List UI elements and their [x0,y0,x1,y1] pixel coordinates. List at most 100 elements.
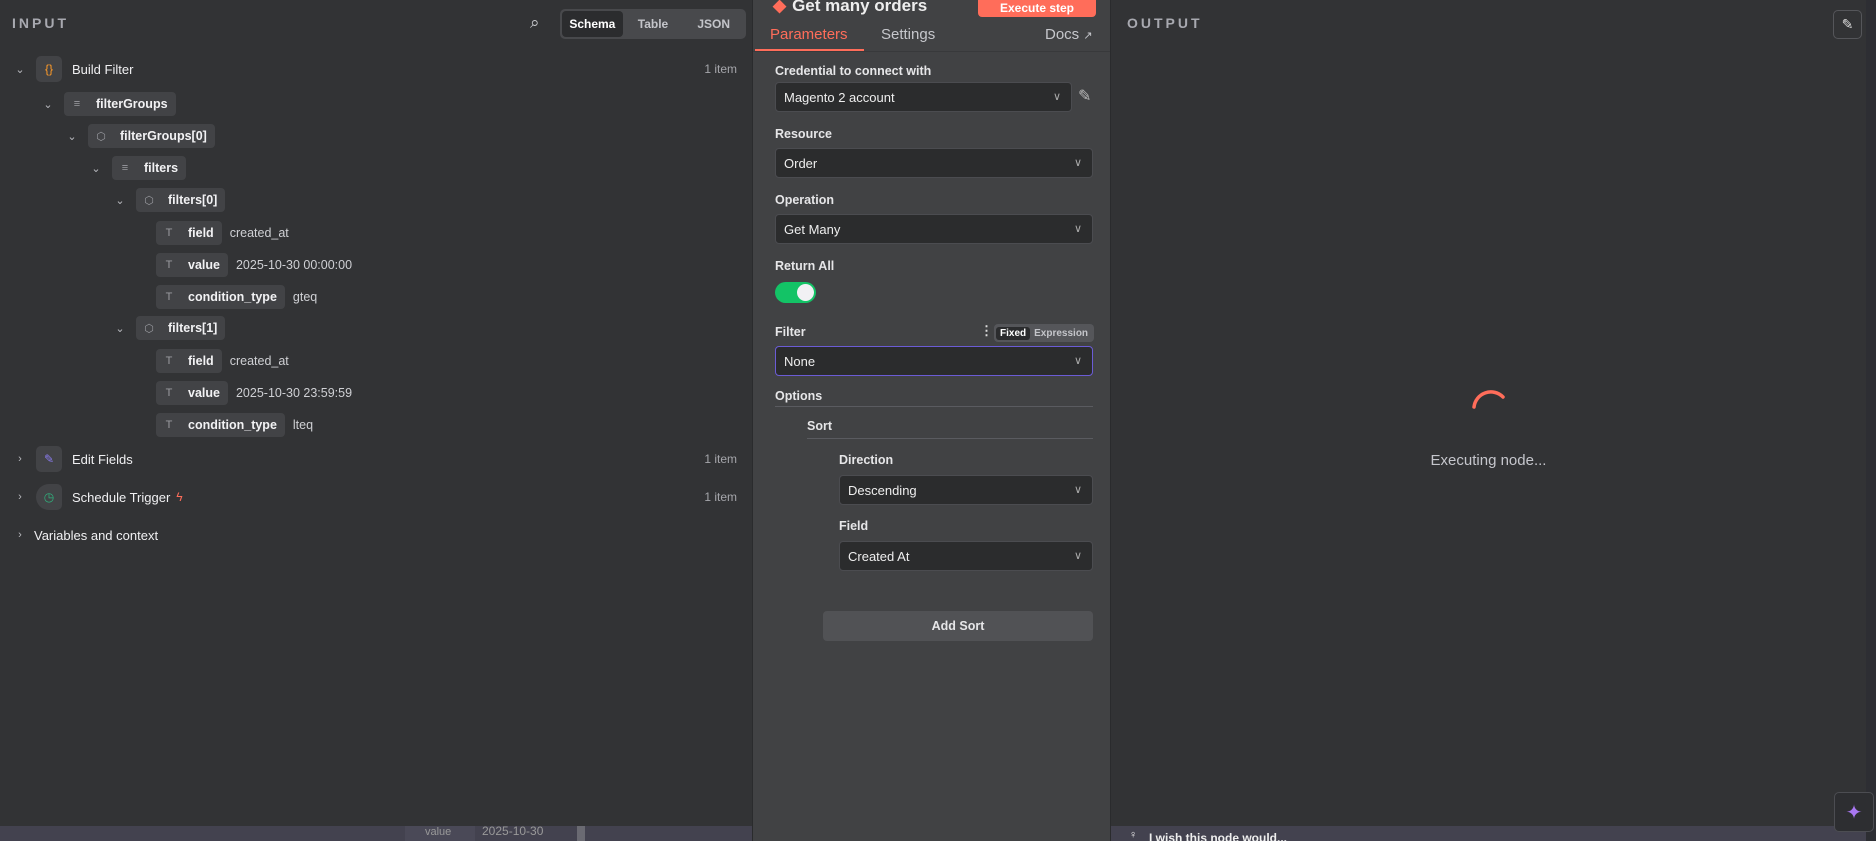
chevron-down-icon: ∨ [1073,223,1082,235]
tree-item-filters[interactable]: ⌄ ≡ filters [90,156,187,180]
text-type-icon: T [165,259,173,271]
edit-credential-icon[interactable]: ✎ [1078,86,1091,106]
tree-field[interactable]: Tcondition_type gteq [156,285,317,309]
tree-item-filtergroups-0[interactable]: ⌄ ⬡ filterGroups[0] [66,124,215,148]
tree-node-build-filter[interactable]: ⌄ {} Build Filter 1 item [14,56,752,82]
object-cube-icon: ⬡ [144,194,154,207]
field-value: created_at [229,354,289,368]
select-value: Created At [848,548,910,564]
select-value: Descending [848,482,917,498]
tree-variables-context[interactable]: › Variables and context [14,523,158,547]
resource-select[interactable]: Order ∨ [775,148,1093,178]
chevron-down-icon: ⌄ [15,63,25,76]
divider [807,438,1093,439]
field-label: Field [839,519,869,533]
mode-fixed[interactable]: Fixed [996,326,1031,340]
array-icon: ≡ [73,98,81,110]
mode-expression[interactable]: Expression [1030,327,1092,340]
tree-field[interactable]: Tfield created_at [156,221,289,245]
item-count: 1 item [704,62,737,76]
credential-select[interactable]: Magento 2 account ∨ [775,82,1072,112]
add-sort-label: Add Sort [931,619,985,633]
key-label: condition_type [188,418,277,432]
select-value: Order [784,155,818,171]
credential-label: Credential to connect with [775,64,932,78]
chevron-down-icon: ∨ [1073,484,1082,496]
resource-label: Resource [775,127,832,141]
chevron-down-icon: ⌄ [115,194,125,207]
select-value: Get Many [784,221,841,237]
feedback-bar: ♀ I wish this node would... [1111,826,1876,841]
tree-field[interactable]: Tcondition_type lteq [156,413,313,437]
chevron-right-icon: › [18,453,22,465]
item-count: 1 item [704,490,737,504]
lightbulb-icon: ♀ [1129,829,1138,841]
more-options-icon[interactable]: ⋮ [980,323,993,339]
direction-select[interactable]: Descending ∨ [839,475,1093,505]
sort-field-select[interactable]: Created At ∨ [839,541,1093,571]
feedback-text[interactable]: I wish this node would... [1149,831,1287,841]
key-label: filterGroups[0] [120,129,207,143]
tab-settings[interactable]: Settings [881,26,935,43]
tree-field[interactable]: Tfield created_at [156,349,289,373]
text-type-icon: T [165,355,173,367]
filter-label: Filter [775,325,806,339]
edit-output-button[interactable]: ✎ [1833,10,1862,39]
text-type-icon: T [165,387,173,399]
tree-node-edit-fields[interactable]: › ✎ Edit Fields 1 item [14,446,752,472]
chevron-right-icon: › [18,529,22,541]
trigger-bolt-icon: ϟ [176,490,183,504]
clock-icon: ◷ [36,484,62,510]
external-link-icon: ↗ [1083,30,1093,42]
key-label: value [188,258,220,272]
tree-node-schedule-trigger[interactable]: › ◷ Schedule Trigger ϟ 1 item [14,484,752,510]
execute-label: Execute step [999,1,1075,15]
item-count: 1 item [704,452,737,466]
active-tab-indicator [755,49,864,51]
search-icon[interactable]: ⌕ [530,13,540,33]
field-value: gteq [292,290,318,304]
loading-spinner-icon [1472,390,1505,409]
input-panel: INPUT ⌕ Schema Table JSON ⌄ {} Build Fil… [0,0,752,826]
text-type-icon: T [165,291,173,303]
text-type-icon: T [165,419,173,431]
add-sort-button[interactable]: Add Sort [823,611,1093,641]
view-toggle: Schema Table JSON [560,9,746,39]
ai-assistant-button[interactable]: ✦ [1834,792,1874,832]
chevron-down-icon: ⌄ [43,98,53,111]
docs-link[interactable]: Docs ↗ [1045,26,1093,43]
node-title: ◆ Get many orders [773,0,927,16]
output-title: OUTPUT [1127,15,1203,31]
chevron-down-icon: ∨ [1073,157,1082,169]
execute-step-button[interactable]: Execute step [978,0,1096,17]
node-parameters-panel: ◆ Get many orders Execute step Parameters… [752,0,1111,841]
tree-item-filters-1[interactable]: ⌄ ⬡ filters[1] [114,316,226,340]
tree-item-filtergroups[interactable]: ⌄ ≡ filterGroups [42,92,176,116]
field-value: lteq [292,418,314,432]
tab-parameters[interactable]: Parameters [770,26,848,43]
node-name: Edit Fields [72,451,133,467]
chevron-down-icon: ⌄ [115,322,125,335]
object-cube-icon: ⬡ [144,322,154,335]
pencil-icon: ✎ [36,446,62,472]
field-value: 2025-10-30 23:59:59 [235,386,353,400]
chevron-down-icon: ∨ [1052,91,1061,103]
docs-label: Docs [1045,26,1080,43]
view-schema[interactable]: Schema [562,11,623,37]
object-braces-icon: {} [36,56,62,82]
view-table[interactable]: Table [623,11,684,37]
chevron-down-icon: ∨ [1073,550,1082,562]
filter-select[interactable]: None ∨ [775,346,1093,376]
key-label: value [188,386,220,400]
tree-field[interactable]: Tvalue 2025-10-30 00:00:00 [156,253,352,277]
tree-field[interactable]: Tvalue 2025-10-30 23:59:59 [156,381,352,405]
key-label: field [188,226,214,240]
key-label: filters[0] [168,193,218,207]
key-label: filterGroups [96,97,168,111]
input-title: INPUT [12,15,69,31]
return-all-toggle[interactable] [775,282,816,303]
operation-select[interactable]: Get Many ∨ [775,214,1093,244]
view-json[interactable]: JSON [683,11,744,37]
node-name: Schedule Trigger [72,489,171,505]
tree-item-filters-0[interactable]: ⌄ ⬡ filters[0] [114,188,226,212]
